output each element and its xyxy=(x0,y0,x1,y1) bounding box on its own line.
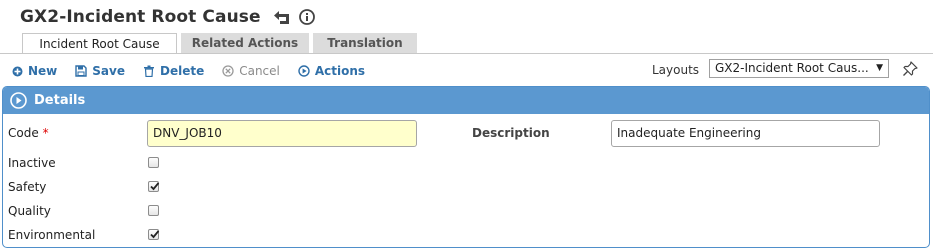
page-title: GX2-Incident Root Cause xyxy=(20,7,261,27)
details-panel: Details Code * DNV_JOB10 Description Ina… xyxy=(2,86,930,248)
cancel-button-label: Cancel xyxy=(239,64,280,78)
delete-button[interactable]: Delete xyxy=(143,64,204,78)
expand-collapse-icon xyxy=(10,92,27,109)
delete-button-label: Delete xyxy=(159,64,205,78)
environmental-label: Environmental xyxy=(8,228,96,242)
tab-incident-root-cause[interactable]: Incident Root Cause xyxy=(22,33,177,54)
tab-divider xyxy=(0,53,933,54)
description-field[interactable]: Inadequate Engineering xyxy=(611,120,880,147)
environmental-checkbox[interactable] xyxy=(148,229,160,240)
cancel-circle-icon xyxy=(222,65,234,77)
tab-bar: Incident Root Cause Related Actions Tran… xyxy=(22,33,421,54)
quality-checkbox[interactable] xyxy=(148,205,159,216)
tab-translation[interactable]: Translation xyxy=(313,33,417,53)
tab-related-actions[interactable]: Related Actions xyxy=(181,33,309,53)
actions-button[interactable]: Actions xyxy=(298,64,365,78)
inactive-label: Inactive xyxy=(8,156,56,170)
undo-arrow-icon[interactable] xyxy=(273,10,291,24)
save-button-label: Save xyxy=(92,64,125,78)
trash-icon xyxy=(143,65,154,77)
toolbar: New Save Delete Cancel Actions xyxy=(12,62,383,80)
layouts-label: Layouts xyxy=(652,63,700,77)
quality-label: Quality xyxy=(8,204,51,218)
page-header: GX2-Incident Root Cause xyxy=(20,5,315,29)
code-label: Code * xyxy=(8,126,49,140)
pin-icon[interactable] xyxy=(902,61,918,77)
layouts-dropdown[interactable]: GX2-Incident Root Caus... ▼ xyxy=(709,59,889,78)
new-button-label: New xyxy=(28,64,58,78)
dropdown-caret-icon: ▼ xyxy=(876,63,883,73)
details-panel-header[interactable]: Details xyxy=(3,87,929,114)
safety-checkbox[interactable] xyxy=(148,181,160,192)
description-label: Description xyxy=(472,126,550,140)
new-button[interactable]: New xyxy=(12,64,57,78)
cancel-button[interactable]: Cancel xyxy=(222,64,280,78)
code-field[interactable]: DNV_JOB10 xyxy=(147,120,417,147)
checkmark-icon xyxy=(150,230,160,239)
checkmark-icon xyxy=(150,182,160,191)
save-button[interactable]: Save xyxy=(75,64,125,78)
floppy-disk-icon xyxy=(75,65,87,77)
safety-label: Safety xyxy=(8,180,47,194)
actions-button-label: Actions xyxy=(314,64,366,78)
required-marker: * xyxy=(42,126,49,140)
layouts-selected-value: GX2-Incident Root Caus... xyxy=(715,61,869,75)
play-circle-icon xyxy=(298,65,310,77)
info-icon[interactable] xyxy=(298,9,315,25)
plus-circle-icon xyxy=(12,66,23,76)
inactive-checkbox[interactable] xyxy=(148,157,159,168)
details-panel-title: Details xyxy=(34,93,86,108)
